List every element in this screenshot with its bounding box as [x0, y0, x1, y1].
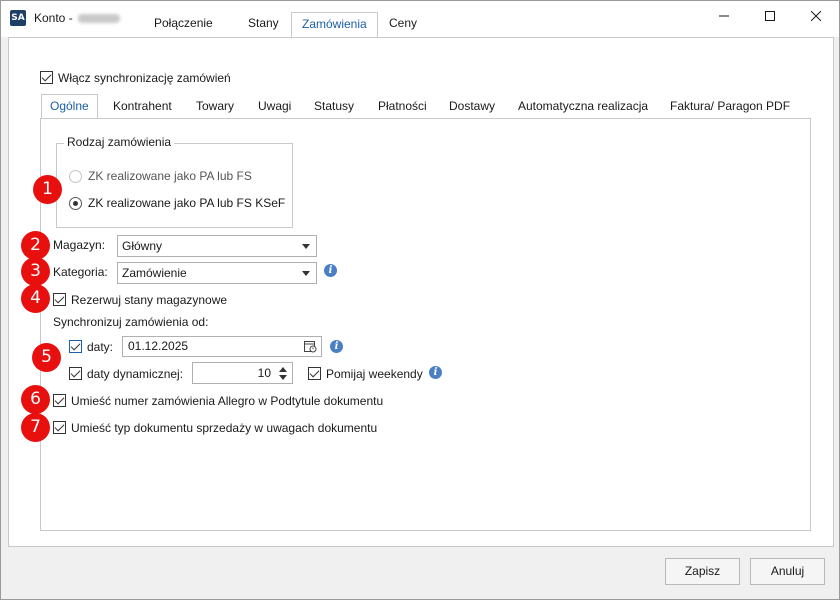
category-select[interactable]: Zamówienie — [117, 262, 317, 284]
annotation-badge-3: 3 — [21, 257, 50, 286]
close-button[interactable] — [793, 1, 839, 34]
subtab-platnosci[interactable]: Płatności — [370, 94, 435, 118]
window-title-text: Konto - — [34, 11, 77, 25]
title-bar: SA Konto - Połączenie Stany Zamówienia C… — [1, 1, 839, 38]
order-type-groupbox — [56, 143, 293, 228]
minimize-button[interactable] — [701, 1, 747, 34]
chevron-down-icon — [302, 244, 310, 249]
chevron-up-icon[interactable] — [279, 367, 287, 372]
doc-type-notes-label: Umieść typ dokumentu sprzedaży w uwagach… — [71, 421, 378, 435]
chevron-down-icon — [302, 271, 310, 276]
sync-from-label: Synchronizuj zamówienia od: — [53, 315, 209, 329]
tab-ceny[interactable]: Ceny — [379, 12, 427, 37]
chevron-down-icon[interactable] — [279, 375, 287, 380]
dynamic-date-label: daty dynamicznej: — [87, 367, 184, 381]
dynamic-date-stepper[interactable]: 10 — [192, 362, 293, 384]
date-input[interactable]: 01.12.2025 — [122, 336, 322, 357]
warehouse-value: Główny — [122, 239, 163, 253]
maximize-icon — [765, 11, 775, 21]
info-icon[interactable]: i — [324, 264, 337, 277]
subtab-dostawy[interactable]: Dostawy — [441, 94, 503, 118]
date-value: 01.12.2025 — [128, 339, 189, 353]
subtab-uwagi[interactable]: Uwagi — [250, 94, 299, 118]
category-value: Zamówienie — [122, 266, 187, 280]
warehouse-label: Magazyn: — [53, 238, 106, 252]
settings-window: SA Konto - Połączenie Stany Zamówienia C… — [0, 0, 840, 600]
reserve-stock-checkbox[interactable] — [53, 293, 66, 306]
annotation-badge-2: 2 — [21, 231, 50, 260]
order-type-radio-pa-fs-ksef[interactable] — [69, 197, 82, 210]
window-title: Konto - — [34, 11, 121, 25]
date-checkbox[interactable] — [69, 340, 82, 353]
calendar-icon[interactable] — [304, 340, 317, 353]
annotation-badge-1: 1 — [33, 175, 62, 204]
info-icon[interactable]: i — [429, 366, 442, 379]
redacted-account-name — [78, 14, 121, 24]
minimize-icon — [719, 15, 729, 17]
order-type-title: Rodzaj zamówienia — [64, 135, 175, 149]
sync-orders-checkbox[interactable] — [40, 71, 53, 84]
skip-weekends-label: Pomijaj weekendy — [326, 367, 423, 381]
dynamic-date-checkbox[interactable] — [69, 367, 82, 380]
annotation-badge-6: 6 — [21, 385, 50, 414]
sync-orders-label: Włącz synchronizację zamówień — [58, 71, 231, 85]
annotation-badge-4: 4 — [21, 284, 50, 313]
subtab-statusy[interactable]: Statusy — [306, 94, 362, 118]
close-icon — [810, 10, 822, 22]
order-type-radio-pa-fs[interactable] — [69, 170, 82, 183]
annotation-badge-7: 7 — [21, 413, 50, 442]
subtab-faktura-paragon-pdf[interactable]: Faktura/ Paragon PDF — [662, 94, 798, 118]
cancel-button[interactable]: Anuluj — [750, 558, 825, 585]
tab-zamowienia[interactable]: Zamówienia — [291, 12, 378, 38]
subtab-towary[interactable]: Towary — [188, 94, 242, 118]
subtab-automatyczna-realizacja[interactable]: Automatyczna realizacja — [510, 94, 656, 118]
annotation-badge-5: 5 — [32, 343, 61, 372]
doc-type-notes-checkbox[interactable] — [53, 421, 66, 434]
category-label: Kategoria: — [53, 265, 108, 279]
save-button[interactable]: Zapisz — [665, 558, 740, 585]
maximize-button[interactable] — [747, 1, 793, 34]
date-label: daty: — [87, 340, 114, 354]
subtab-kontrahent[interactable]: Kontrahent — [105, 94, 180, 118]
tab-polaczenie[interactable]: Połączenie — [144, 12, 223, 37]
order-type-label-pa-fs-ksef: ZK realizowane jako PA lub FS KSeF — [88, 196, 286, 210]
app-icon: SA — [10, 10, 26, 26]
order-type-label-pa-fs: ZK realizowane jako PA lub FS — [88, 169, 252, 183]
allegro-subtitle-label: Umieść numer zamówienia Allegro w Podtyt… — [71, 394, 384, 408]
warehouse-select[interactable]: Główny — [117, 235, 317, 257]
info-icon[interactable]: i — [330, 340, 343, 353]
subtab-ogolne[interactable]: Ogólne — [41, 94, 98, 119]
allegro-subtitle-checkbox[interactable] — [53, 394, 66, 407]
dynamic-date-value: 10 — [257, 366, 271, 380]
tab-stany[interactable]: Stany — [238, 12, 289, 37]
reserve-stock-label: Rezerwuj stany magazynowe — [71, 293, 228, 307]
skip-weekends-checkbox[interactable] — [308, 367, 321, 380]
